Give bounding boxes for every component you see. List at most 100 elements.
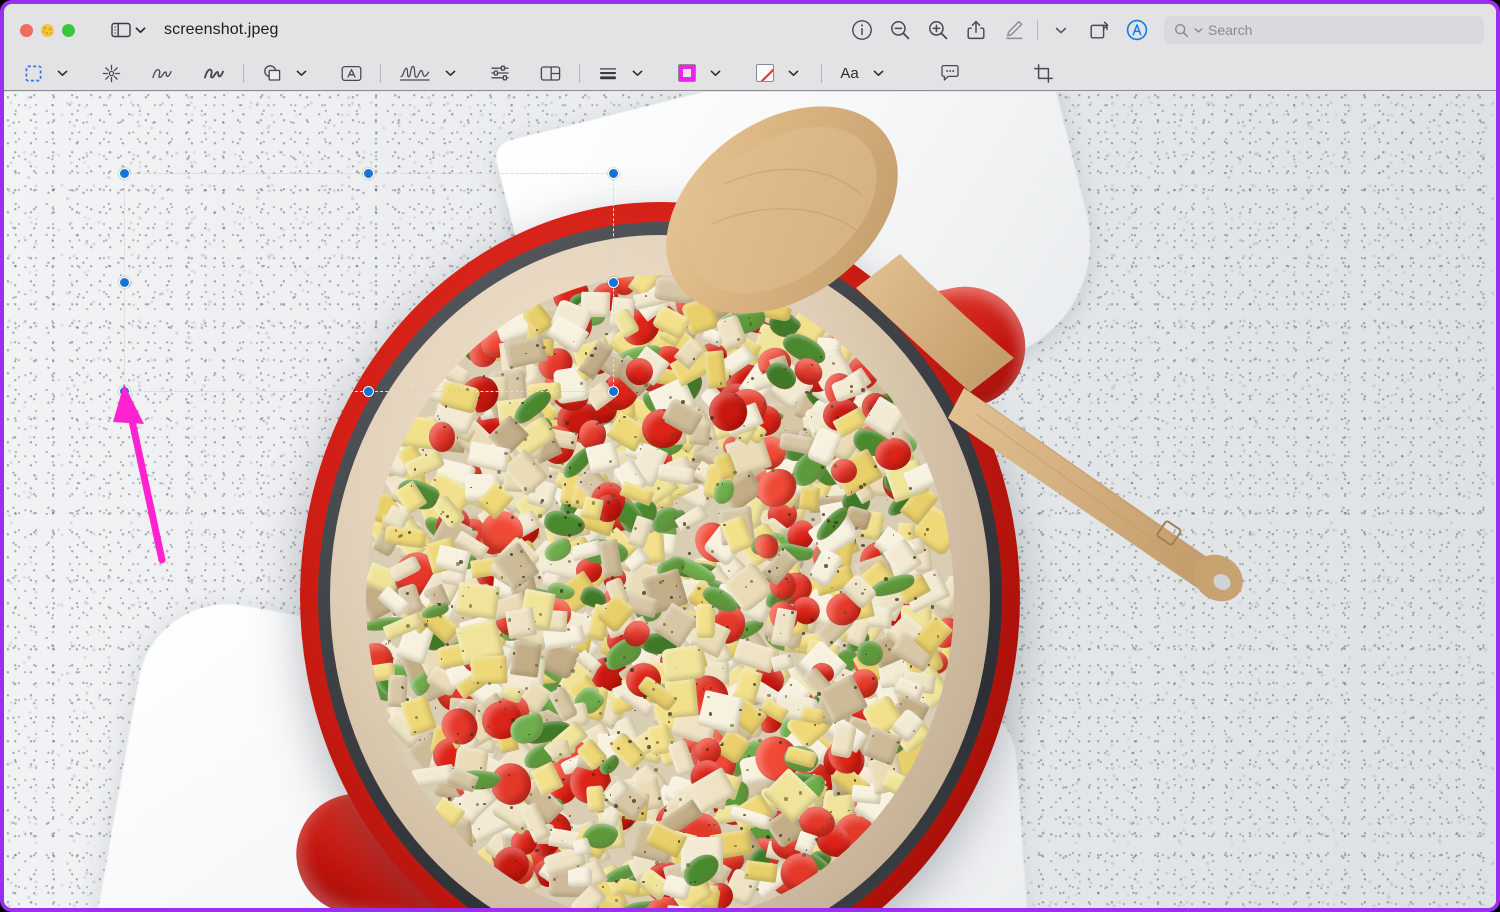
markup-separator (243, 63, 244, 83)
herb-fleck (472, 527, 476, 531)
markup-button[interactable] (995, 13, 1033, 47)
herb-fleck (783, 614, 785, 616)
herb-fleck (841, 673, 844, 676)
herb-fleck (923, 533, 927, 536)
search-placeholder: Search (1208, 22, 1253, 38)
herb-fleck (558, 684, 561, 688)
selection-handle-n[interactable] (363, 168, 374, 179)
text-style-label: Aa (840, 64, 859, 82)
shapes-tool[interactable] (258, 60, 286, 87)
chevron-down-icon (1055, 27, 1067, 33)
herb-fleck (497, 470, 501, 474)
adjust-color-tool[interactable] (486, 60, 514, 87)
selection-handle-se[interactable] (608, 386, 619, 397)
herb-fleck (580, 481, 582, 483)
share-button[interactable] (957, 13, 995, 47)
info-button[interactable] (843, 13, 881, 47)
magenta-arrow-annotation[interactable] (104, 382, 194, 572)
selection-handle-nw[interactable] (119, 168, 130, 179)
herb-fleck (405, 698, 409, 701)
selection-handle-w[interactable] (119, 276, 130, 288)
shapes-tool-chevron[interactable] (288, 60, 315, 87)
herb-fleck (936, 635, 940, 638)
shape-style-tool[interactable] (594, 60, 622, 87)
herb-fleck (824, 564, 828, 568)
herb-fleck (661, 657, 663, 660)
salad-piece (586, 784, 606, 812)
crop-icon (1034, 63, 1053, 83)
pen-icon (1006, 20, 1023, 40)
herb-fleck (523, 438, 527, 442)
herb-fleck (478, 397, 481, 400)
herb-fleck (598, 486, 600, 489)
selection-tool[interactable] (20, 60, 47, 87)
search-icon (1174, 23, 1189, 37)
search-input[interactable]: Search (1164, 16, 1484, 44)
sketch-tool[interactable] (147, 60, 177, 87)
herb-fleck (748, 475, 750, 477)
instant-alpha-tool[interactable] (98, 60, 125, 87)
markup-options-button[interactable] (1042, 13, 1080, 47)
herb-fleck (864, 588, 866, 591)
herb-fleck (613, 804, 618, 808)
fill-color-tool-chevron[interactable] (780, 60, 807, 87)
herb-fleck (835, 415, 839, 419)
crop-tool[interactable] (1030, 60, 1057, 87)
selection-tool-chevron[interactable] (49, 60, 76, 87)
herb-fleck (778, 553, 781, 556)
sidebar-toggle-button[interactable] (111, 22, 146, 38)
draw-squiggle-icon (204, 68, 224, 79)
herb-fleck (758, 738, 762, 743)
herb-fleck (900, 702, 902, 705)
herb-fleck (784, 429, 786, 431)
selection-handle-ne[interactable] (608, 168, 619, 179)
herb-fleck (615, 899, 618, 902)
close-button[interactable] (20, 23, 33, 37)
herb-fleck (821, 465, 825, 469)
herb-fleck (510, 806, 513, 809)
herb-fleck (867, 405, 872, 410)
signature-tool[interactable] (395, 60, 435, 87)
herb-fleck (831, 586, 833, 588)
info-circle-icon (852, 20, 872, 40)
annotate-circle-a-icon (1126, 19, 1148, 41)
border-color-tool[interactable] (673, 60, 700, 87)
image-canvas[interactable] (4, 92, 1496, 908)
minimize-button[interactable] (41, 23, 54, 37)
herb-fleck (748, 754, 751, 757)
shapes-icon (264, 65, 281, 81)
annotate-button[interactable] (1118, 13, 1156, 47)
draw-tool[interactable] (199, 60, 229, 87)
text-style-tool-chevron[interactable] (865, 60, 892, 87)
herb-fleck (914, 596, 918, 600)
shape-style-tool-chevron[interactable] (624, 60, 651, 87)
herb-fleck (861, 388, 865, 392)
selection-handle-s[interactable] (363, 386, 374, 397)
herb-fleck (745, 637, 749, 641)
signature-tool-chevron[interactable] (437, 60, 464, 87)
herb-fleck (839, 590, 842, 593)
adjust-size-tool[interactable] (536, 60, 565, 87)
herb-fleck (675, 585, 678, 587)
herb-fleck (586, 651, 588, 653)
text-tool[interactable] (337, 60, 366, 87)
selection-rectangle[interactable] (119, 168, 619, 397)
herb-fleck (688, 880, 692, 884)
fill-color-tool[interactable] (751, 60, 778, 87)
herb-fleck (504, 708, 507, 711)
rotate-button[interactable] (1080, 13, 1118, 47)
herb-fleck (758, 331, 761, 335)
herb-fleck (681, 400, 685, 404)
herb-fleck (817, 692, 821, 696)
zoom-in-button[interactable] (919, 13, 957, 47)
herb-fleck (728, 375, 731, 378)
note-tool[interactable] (936, 60, 964, 87)
selection-handle-e[interactable] (608, 276, 619, 288)
zoom-button[interactable] (62, 23, 75, 37)
herb-fleck (569, 814, 571, 817)
herb-fleck (784, 797, 788, 801)
text-style-tool[interactable]: Aa (836, 60, 863, 87)
border-color-tool-chevron[interactable] (702, 60, 729, 87)
herb-fleck (452, 767, 454, 770)
zoom-out-button[interactable] (881, 13, 919, 47)
